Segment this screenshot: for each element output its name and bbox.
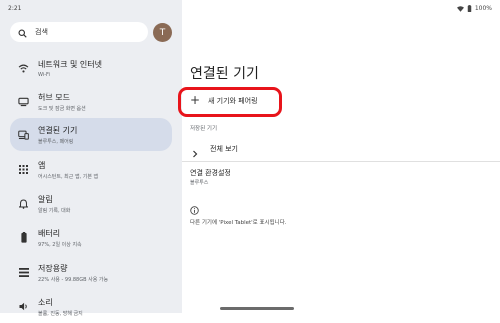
- sidebar-item-sound[interactable]: 소리 볼륨, 진동, 방해 금지: [10, 290, 172, 323]
- volume-icon: [18, 301, 29, 312]
- connection-preferences-item[interactable]: 연결 환경설정 블루투스: [182, 164, 500, 190]
- sidebar-item-subtitle: 97%, 2일 이상 지속: [38, 242, 82, 248]
- sidebar-item-connected-devices[interactable]: 연결된 기기 블루투스, 페어링: [10, 118, 172, 151]
- sidebar-item-title: 소리: [38, 298, 53, 307]
- wifi-status-icon: [456, 5, 464, 12]
- search-label: 검색: [35, 28, 48, 36]
- highlight-annotation: [178, 87, 282, 117]
- info-icon: [190, 200, 199, 219]
- settings-sidebar: 검색 T 네트워크 및 인터넷 Wi-Fi 허브 모드 도크 및 잠금 화면 옵…: [0, 0, 182, 317]
- search-icon: [18, 23, 27, 42]
- sidebar-item-title: 네트워크 및 인터넷: [38, 60, 102, 69]
- sidebar-item-subtitle: 어시스턴트, 최근 앱, 기본 앱: [38, 174, 99, 180]
- chevron-right-icon: [192, 143, 198, 162]
- battery-status-icon: [467, 5, 472, 12]
- wifi-icon: [18, 63, 29, 74]
- sidebar-item-network[interactable]: 네트워크 및 인터넷 Wi-Fi: [10, 52, 172, 85]
- sidebar-item-title: 배터리: [38, 229, 61, 238]
- sidebar-item-title: 연결된 기기: [38, 126, 78, 135]
- sidebar-item-subtitle: 알림 기록, 대화: [38, 208, 71, 214]
- sidebar-item-notifications[interactable]: 알림 알림 기록, 대화: [10, 187, 172, 220]
- divider: [182, 161, 500, 162]
- sidebar-item-subtitle: Wi-Fi: [38, 72, 50, 78]
- apps-grid-icon: [18, 164, 29, 175]
- sidebar-item-title: 허브 모드: [38, 93, 70, 102]
- sidebar-item-title: 앱: [38, 161, 46, 170]
- page-title: 연결된 기기: [190, 66, 259, 82]
- sidebar-item-subtitle: 도크 및 잠금 화면 옵션: [38, 106, 86, 112]
- battery-percent: 100%: [474, 5, 492, 12]
- sidebar-item-title: 저장용량: [38, 264, 68, 273]
- storage-icon: [18, 267, 29, 278]
- sidebar-item-hub-mode[interactable]: 허브 모드 도크 및 잠금 화면 옵션: [10, 85, 172, 118]
- sidebar-item-subtitle: 볼륨, 진동, 방해 금지: [38, 311, 83, 317]
- connected-devices-page: 연결된 기기 + 새 기기와 페어링 저장된 기기 전체 보기 연결 환경설정 …: [182, 0, 500, 313]
- connection-preferences-subtitle: 블루투스: [190, 180, 209, 186]
- sidebar-item-apps[interactable]: 앱 어시스턴트, 최근 앱, 기본 앱: [10, 153, 172, 186]
- gesture-navigation-bar[interactable]: [220, 307, 294, 310]
- sidebar-item-subtitle: 22% 사용 - 99.88GB 사용 가능: [38, 277, 109, 283]
- sidebar-item-storage[interactable]: 저장용량 22% 사용 - 99.88GB 사용 가능: [10, 256, 172, 289]
- see-all-label: 전체 보기: [210, 145, 238, 153]
- sidebar-item-subtitle: 블루투스, 페어링: [38, 139, 74, 145]
- avatar[interactable]: T: [153, 23, 172, 42]
- status-time: 2:21: [8, 5, 22, 12]
- see-all-button[interactable]: 전체 보기: [182, 137, 500, 159]
- bell-icon: [18, 198, 29, 209]
- battery-icon: [18, 232, 29, 243]
- sidebar-item-battery[interactable]: 배터리 97%, 2일 이상 지속: [10, 221, 172, 254]
- connection-preferences-title: 연결 환경설정: [190, 169, 231, 177]
- device-visibility-info: 다른 기기에 'Pixel Tablet'로 표시됩니다.: [190, 220, 287, 226]
- connected-devices-icon: [18, 129, 29, 140]
- saved-devices-header: 저장된 기기: [190, 126, 218, 132]
- status-icons: 100%: [456, 5, 492, 12]
- status-bar: 2:21 100%: [0, 0, 500, 18]
- dock-icon: [18, 96, 29, 107]
- sidebar-item-title: 알림: [38, 195, 53, 204]
- search-bar[interactable]: 검색: [10, 22, 148, 42]
